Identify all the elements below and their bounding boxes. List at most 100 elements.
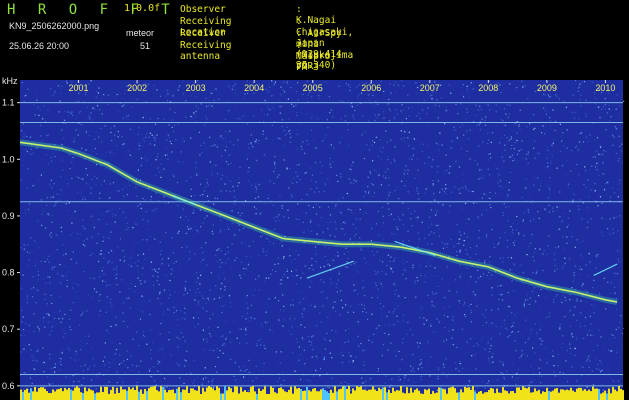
level-bar <box>602 392 604 400</box>
level-bar <box>50 393 52 400</box>
level-bar <box>62 391 64 400</box>
level-bar <box>54 391 56 400</box>
level-bar <box>520 390 522 400</box>
level-bar <box>316 391 318 400</box>
level-bar <box>264 386 266 400</box>
level-bar <box>514 393 516 400</box>
level-bar <box>222 393 224 400</box>
app-version: 1.0.0f <box>124 3 161 14</box>
level-bar <box>152 386 154 400</box>
level-bar <box>240 387 242 400</box>
level-bar <box>22 391 24 400</box>
level-bar <box>188 393 190 400</box>
level-bar <box>66 389 68 400</box>
level-bar <box>38 388 40 400</box>
level-bar <box>366 390 368 400</box>
x-tick-label: 2008 <box>478 83 498 93</box>
level-bar <box>92 390 94 400</box>
level-bar <box>340 388 342 400</box>
level-bar <box>430 394 432 400</box>
level-bar <box>160 386 162 400</box>
level-bar <box>604 390 606 400</box>
level-bar <box>388 389 390 400</box>
level-bar <box>570 387 572 400</box>
level-bar <box>90 389 92 400</box>
level-bar <box>550 391 552 400</box>
level-bar <box>392 387 394 400</box>
level-bar <box>254 391 256 400</box>
level-bar <box>552 390 554 400</box>
level-bar <box>480 391 482 400</box>
level-bar <box>210 387 212 400</box>
level-bar <box>204 391 206 400</box>
level-bar <box>170 390 172 400</box>
level-bar <box>472 386 474 400</box>
level-bar <box>448 387 450 400</box>
level-bar <box>226 390 228 400</box>
level-bar <box>446 393 448 400</box>
level-bar <box>268 393 270 400</box>
level-bar <box>122 389 124 400</box>
level-bar <box>608 388 610 400</box>
level-bar <box>546 388 548 400</box>
level-bar <box>186 386 188 400</box>
level-bar <box>180 392 182 400</box>
header-panel: H R O F F T 1.0.0f KN9_2506262000.png me… <box>0 0 629 83</box>
level-bar <box>252 386 254 400</box>
level-bar <box>146 391 148 400</box>
level-bar <box>234 386 236 400</box>
level-bar <box>470 389 472 400</box>
level-bar <box>108 393 110 400</box>
level-bar <box>364 389 366 400</box>
level-bar <box>382 387 384 400</box>
level-bar <box>276 393 278 400</box>
level-bar <box>192 388 194 400</box>
spectrogram-plot: kHz 1.1 1.0 0.9 0.8 0.7 0.6 2001 2002 2003 2004 20… <box>0 72 629 400</box>
level-bar <box>554 388 556 400</box>
level-bar <box>300 389 302 400</box>
level-bar <box>48 393 50 400</box>
level-bar <box>164 389 166 400</box>
level-bar <box>418 390 420 400</box>
level-bar <box>606 393 608 400</box>
level-bar <box>590 391 592 400</box>
level-bar <box>310 391 312 400</box>
level-bar <box>328 393 330 400</box>
x-tick-label: 2006 <box>361 83 381 93</box>
level-bar <box>596 388 598 400</box>
level-bar <box>452 386 454 400</box>
level-bar <box>564 390 566 400</box>
level-bar <box>232 392 234 400</box>
y-tick-label: 0.6 <box>2 381 15 391</box>
level-bar <box>574 391 576 400</box>
level-bar <box>202 387 204 400</box>
level-bar <box>272 388 274 400</box>
level-bar <box>194 390 196 400</box>
level-bar <box>246 392 248 400</box>
y-tick-label: 0.8 <box>2 268 15 278</box>
level-bar <box>562 389 564 400</box>
level-bar <box>416 388 418 400</box>
level-bar <box>306 386 308 400</box>
level-bar <box>24 390 26 400</box>
level-bar <box>330 389 332 400</box>
level-bar <box>440 387 442 400</box>
level-bar <box>46 391 48 400</box>
level-bar <box>494 393 496 400</box>
level-bar <box>156 390 158 400</box>
level-bar <box>456 392 458 400</box>
level-bar <box>434 393 436 400</box>
x-tick-label: 2007 <box>420 83 440 93</box>
level-bar <box>218 387 220 400</box>
level-bar <box>56 389 58 400</box>
level-bar <box>150 386 152 400</box>
level-bar <box>394 391 396 400</box>
level-bar <box>622 390 624 400</box>
level-bar <box>198 386 200 400</box>
level-bar <box>68 388 70 400</box>
level-bar <box>250 386 252 400</box>
level-bar <box>560 389 562 400</box>
level-bar <box>228 386 230 400</box>
y-tick-label: 0.9 <box>2 211 15 221</box>
x-tick-label: 2002 <box>127 83 147 93</box>
